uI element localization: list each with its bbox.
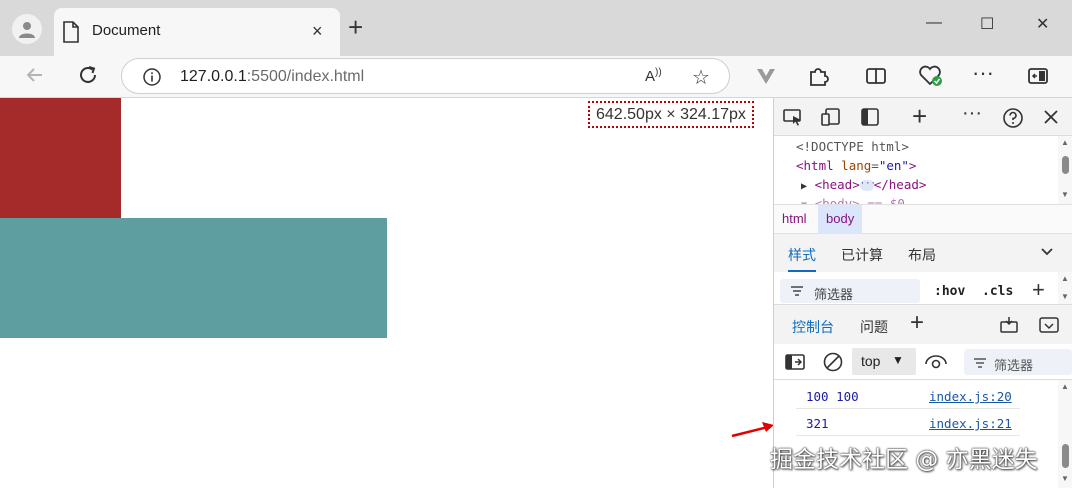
console-message: 321 index.js:21 — [796, 409, 1020, 436]
tab-styles[interactable]: 样式 — [788, 245, 816, 272]
refresh-icon[interactable] — [75, 62, 101, 88]
dock-side-icon[interactable] — [860, 107, 880, 127]
extensions-puzzle-icon[interactable] — [806, 64, 830, 88]
console-filter-input[interactable]: 筛选器 — [964, 349, 1072, 375]
chevron-down-icon[interactable] — [1040, 247, 1054, 257]
filter-icon — [974, 358, 986, 368]
console-sidebar-icon[interactable] — [784, 352, 806, 372]
add-drawer-tab-plus-icon[interactable]: + — [910, 309, 924, 337]
favorite-star-icon[interactable]: ☆ — [692, 65, 710, 90]
browser-tab-document[interactable]: Document × — [54, 8, 340, 56]
tab-strip: Document × + — ☐ ✕ — [0, 0, 1072, 56]
breadcrumb-body[interactable]: body — [818, 205, 863, 234]
styles-filter-row: 筛选器 :hov .cls + — [774, 272, 1072, 304]
console-message-text: 321 — [806, 416, 829, 431]
devtools-panel: + ··· <!DOCTYPE html> <html lang="en"> ▶… — [773, 98, 1072, 488]
sidebar-toggle-icon[interactable] — [1026, 64, 1050, 88]
dom-doctype[interactable]: <!DOCTYPE html> — [796, 139, 909, 154]
document-icon — [63, 21, 79, 43]
drawer-tabbar: 控制台 问题 + — [774, 304, 1072, 344]
styles-scrollbar[interactable]: ▲ ▼ — [1058, 272, 1072, 304]
dom-head-node[interactable]: ▶ <head>···</head> — [801, 177, 926, 192]
site-info-icon[interactable] — [142, 67, 162, 87]
url-text[interactable]: 127.0.0.1:5500/index.html — [180, 68, 364, 86]
split-screen-icon[interactable] — [864, 64, 888, 88]
dom-scrollbar[interactable]: ▲ ▼ — [1058, 136, 1072, 204]
inspect-element-icon[interactable] — [782, 107, 804, 127]
tab-close-button[interactable]: × — [312, 22, 323, 40]
devtools-toolbar: + ··· — [774, 98, 1072, 136]
devtools-close-icon[interactable] — [1042, 108, 1060, 126]
browser-essentials-heart-icon[interactable] — [918, 64, 944, 88]
console-message-text: 100 100 — [806, 389, 859, 404]
dom-html-node[interactable]: <html lang="en"> — [796, 158, 916, 173]
navigation-bar: 127.0.0.1:5500/index.html A)) ☆ ··· — [0, 56, 1072, 98]
console-source-link[interactable]: index.js:20 — [929, 389, 1012, 404]
close-window-button[interactable]: ✕ — [1036, 14, 1049, 34]
filter-icon — [791, 286, 803, 296]
breadcrumb-html[interactable]: html — [774, 205, 815, 234]
cls-toggle-button[interactable]: .cls — [982, 284, 1013, 299]
hov-toggle-button[interactable]: :hov — [934, 284, 965, 299]
add-tool-plus-icon[interactable]: + — [912, 101, 927, 132]
console-source-link[interactable]: index.js:21 — [929, 416, 1012, 431]
extension-v-icon[interactable] — [754, 64, 778, 88]
viewport-size-badge: 642.50px × 324.17px — [588, 101, 754, 128]
profile-avatar[interactable] — [12, 14, 42, 44]
minimize-drawer-icon[interactable] — [1038, 316, 1060, 334]
tab-console[interactable]: 控制台 — [792, 317, 834, 337]
devtools-more-icon[interactable]: ··· — [962, 102, 982, 125]
breadcrumb: html body — [774, 204, 1072, 234]
dock-drawer-icon[interactable] — [998, 316, 1020, 334]
console-message: 100 100 index.js:20 — [796, 382, 1020, 409]
live-expression-eye-icon[interactable] — [924, 352, 948, 372]
tab-issues[interactable]: 问题 — [860, 317, 888, 337]
page-viewport: 642.50px × 324.17px — [0, 98, 774, 488]
help-icon[interactable] — [1002, 107, 1024, 129]
styles-filter-placeholder: 筛选器 — [814, 287, 854, 302]
device-emulation-icon[interactable] — [820, 107, 842, 127]
back-icon[interactable] — [22, 62, 48, 88]
tab-layout[interactable]: 布局 — [908, 245, 936, 265]
styles-tabbar: 样式 已计算 布局 — [774, 234, 1072, 272]
person-icon — [19, 22, 35, 38]
more-options-icon[interactable]: ··· — [972, 60, 994, 86]
console-filter-placeholder: 筛选器 — [994, 358, 1034, 373]
elements-dom-tree: <!DOCTYPE html> <html lang="en"> ▶ <head… — [774, 136, 1059, 206]
tab-computed[interactable]: 已计算 — [841, 245, 883, 265]
read-aloud-icon[interactable]: A)) — [645, 67, 662, 85]
new-style-rule-plus-icon[interactable]: + — [1032, 277, 1045, 303]
maximize-button[interactable]: ☐ — [980, 14, 994, 34]
clear-console-icon[interactable] — [822, 351, 844, 373]
caret-down-icon: ▼ — [892, 353, 904, 367]
watermark: 掘金技术社区 @ 亦黑迷失 — [770, 447, 1038, 473]
red-box — [0, 98, 121, 218]
teal-box — [0, 218, 387, 338]
console-toolbar: top ▼ 筛选器 — [774, 344, 1072, 380]
collapsed-ellipsis-icon[interactable]: ··· — [859, 180, 876, 191]
context-selector-label: top — [861, 353, 881, 369]
minimize-button[interactable]: — — [926, 14, 942, 32]
address-bar[interactable]: 127.0.0.1:5500/index.html A)) ☆ — [121, 58, 730, 94]
console-scrollbar[interactable]: ▲ ▼ — [1058, 380, 1072, 488]
new-tab-button[interactable]: + — [348, 14, 363, 40]
red-arrow-annotation — [731, 422, 774, 438]
tab-title: Document — [92, 22, 161, 39]
context-selector[interactable]: top ▼ — [852, 348, 916, 375]
